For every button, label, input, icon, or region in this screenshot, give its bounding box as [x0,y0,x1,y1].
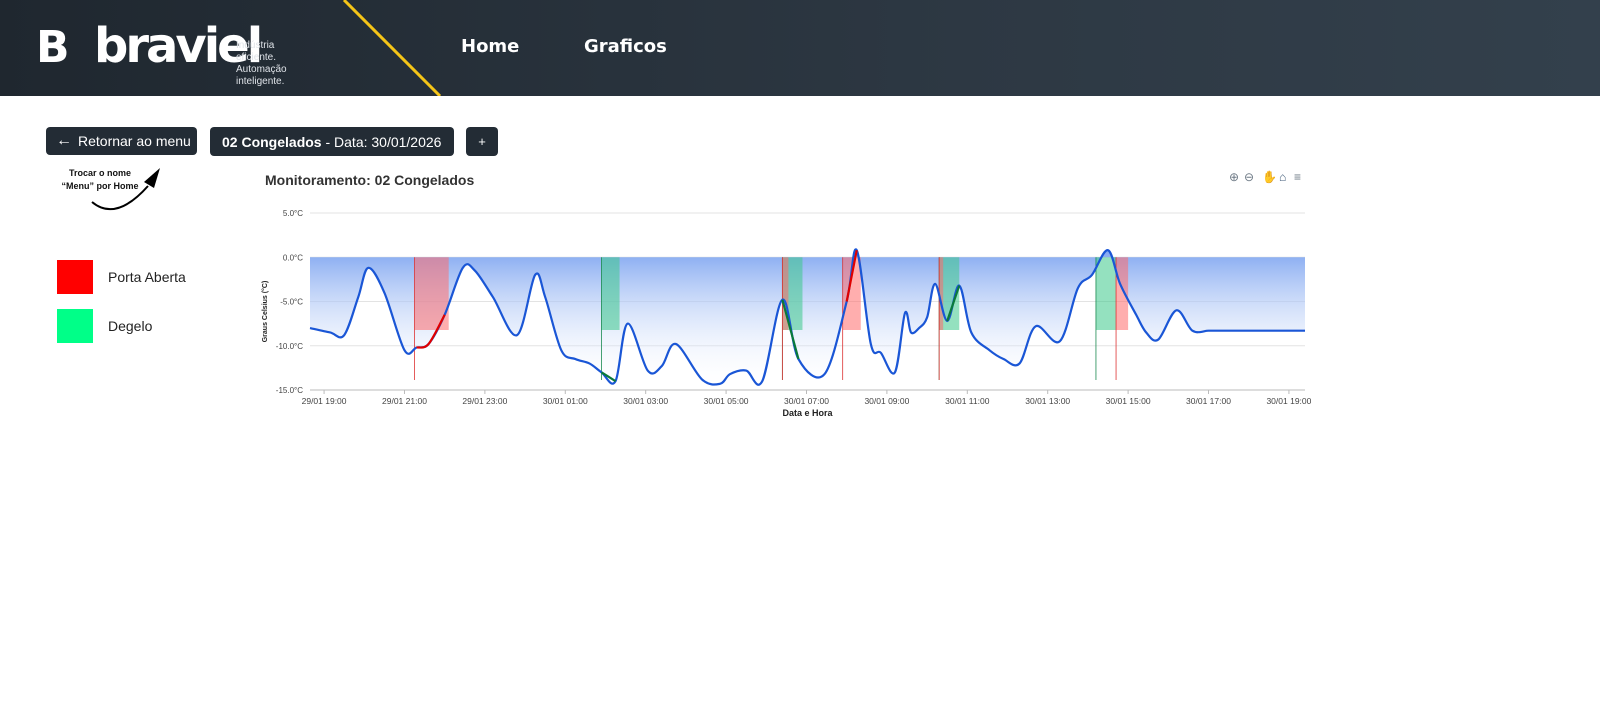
x-tick-label: 29/01 21:00 [382,396,427,406]
degelo-band [601,257,620,330]
x-tick-label: 30/01 19:00 [1266,396,1311,406]
legend-label-porta-aberta: Porta Aberta [108,269,186,285]
menu-icon[interactable]: ≡ [1294,170,1301,184]
add-button[interactable]: + [466,127,498,156]
area-fill [310,249,1305,385]
x-tick-label: 30/01 05:00 [704,396,749,406]
back-button-label: Retornar ao menu [78,133,191,149]
logo-tagline: Indústria eficiente. Automação inteligen… [236,40,287,88]
tagline-line-2: Automação inteligente. [236,64,287,87]
y-tick-label: -5.0°C [280,298,303,307]
home-icon[interactable]: ⌂ [1279,170,1286,184]
tagline-line-1: Indústria eficiente. [236,40,277,63]
chamber-name: 02 Congelados [222,133,322,150]
x-tick-label: 30/01 01:00 [543,396,588,406]
x-tick-label: 29/01 23:00 [462,396,507,406]
arrow-left-icon: ← [56,132,72,149]
back-to-menu-button[interactable]: ← Retornar ao menu [46,127,197,155]
y-axis-title: Graus Celsius (°C) [261,281,269,343]
porta-aberta-band [1116,257,1129,330]
temperature-chart[interactable]: 5.0°C 0.0°C -5.0°C -10.0°C -15.0°C29/01 19:0… [250,195,1320,430]
legend-swatch-porta-aberta [57,260,93,294]
x-tick-label: 30/01 15:00 [1106,396,1151,406]
zoom-in-icon[interactable]: ⊕ [1229,170,1239,184]
x-tick-label: 30/01 11:00 [945,396,990,406]
nav-home[interactable]: Home [461,36,519,57]
y-tick-label: -10.0°C [276,342,303,351]
chart-title: Monitoramento: 02 Congelados [265,172,475,188]
nav-graficos[interactable]: Graficos [584,36,667,57]
pan-icon[interactable]: ✋ [1262,170,1277,184]
date-label: - Data: 30/01/2026 [325,133,442,150]
y-tick-label: -15.0°C [276,386,303,395]
logo-mark: B [36,22,70,73]
legend-label-degelo: Degelo [108,318,153,334]
x-tick-label: 30/01 13:00 [1025,396,1070,406]
y-tick-label: 5.0°C [283,209,303,218]
top-navbar: B braviel Indústria eficiente. Automação… [0,0,1600,96]
zoom-out-icon[interactable]: ⊖ [1244,170,1254,184]
chart-area-fill [310,249,1305,385]
x-tick-label: 30/01 09:00 [864,396,909,406]
annotation-arrow-icon [91,168,160,211]
x-tick-label: 29/01 19:00 [302,396,347,406]
x-tick-label: 30/01 07:00 [784,396,829,406]
legend-swatch-degelo [57,309,93,343]
x-tick-label: 30/01 03:00 [623,396,668,406]
degelo-band [1095,257,1117,330]
x-axis-title: Data e Hora [782,408,833,418]
chamber-date-selector[interactable]: 02 Congelados - Data: 30/01/2026 [210,127,454,156]
accent-stripe [342,0,442,96]
x-tick-label: 30/01 17:00 [1186,396,1231,406]
y-tick-label: 0.0°C [283,253,303,262]
